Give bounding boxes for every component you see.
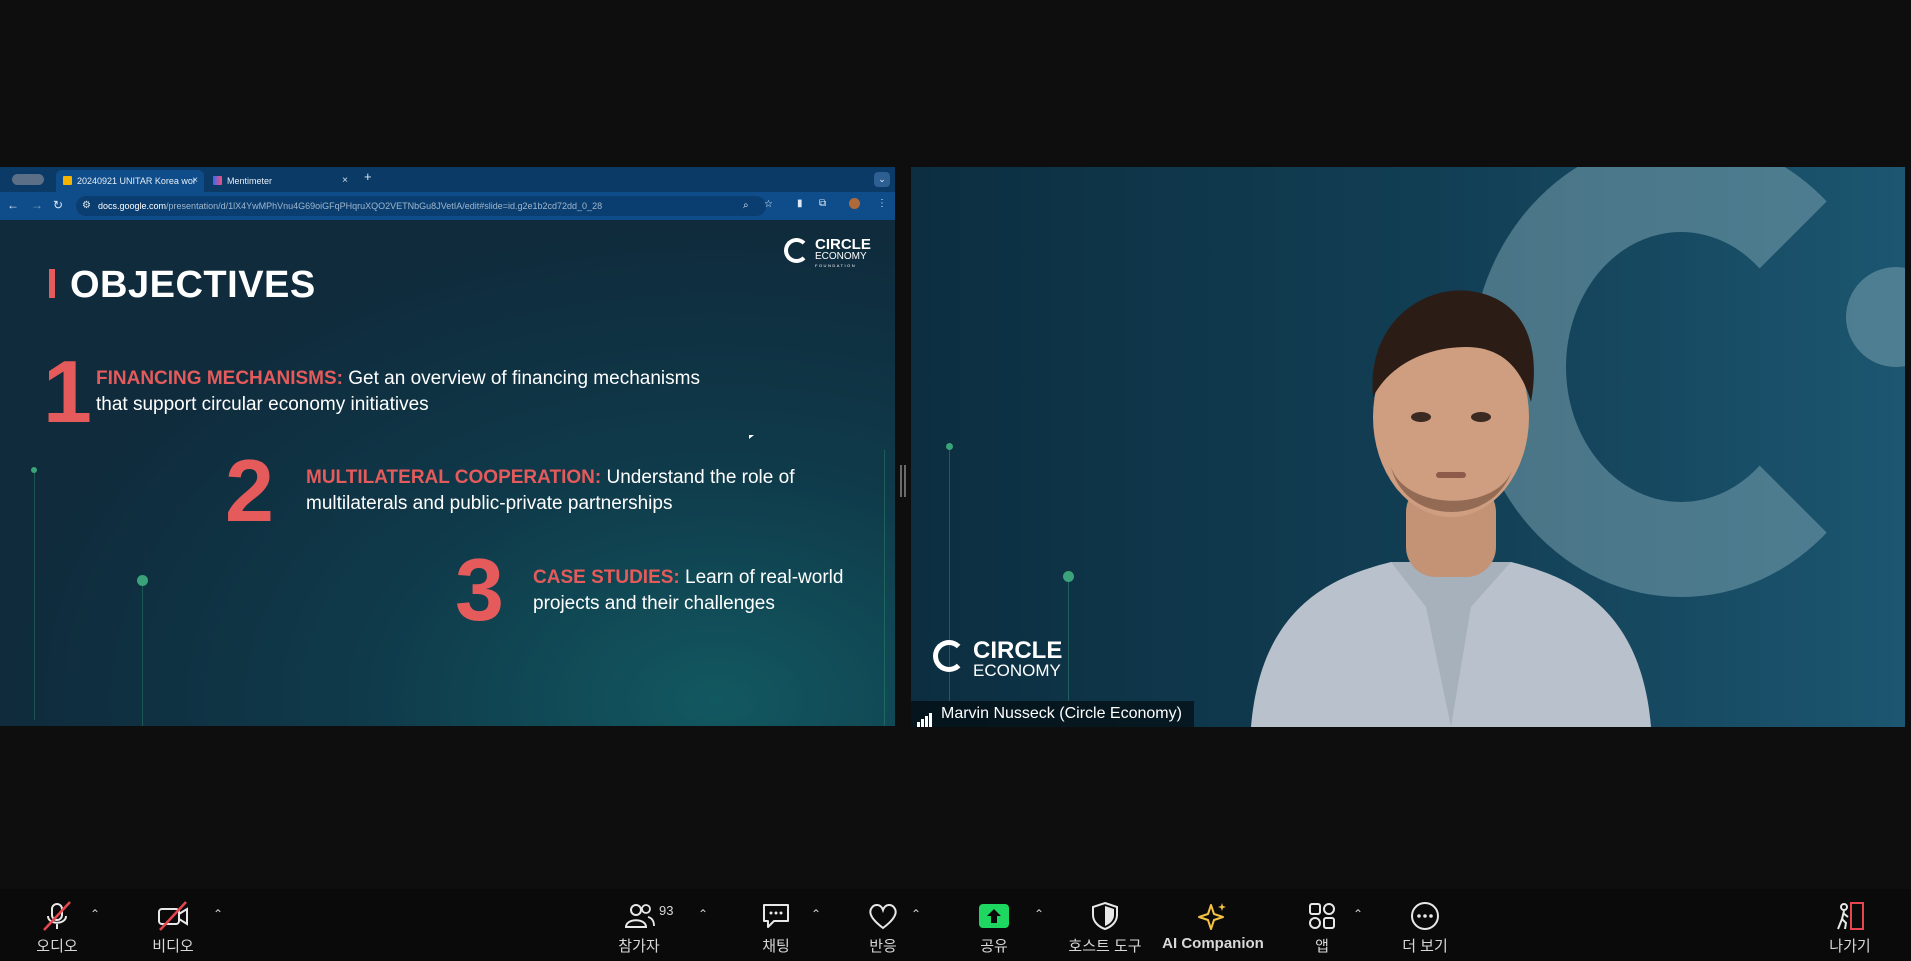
- profile-avatar[interactable]: [849, 198, 860, 209]
- tab-slides[interactable]: 20240921 UNITAR Korea wor ×: [56, 170, 204, 192]
- url-text: docs.google.com/presentation/d/1lX4YwMPh…: [98, 201, 603, 211]
- tab-group-toggle[interactable]: [12, 174, 44, 185]
- back-icon[interactable]: ←: [7, 198, 19, 212]
- more-button[interactable]: 더 보기: [1390, 889, 1460, 961]
- decor-dot: [31, 467, 37, 473]
- participants-options-chevron-up-icon[interactable]: ⌃: [698, 907, 708, 921]
- share-button[interactable]: 공유: [959, 889, 1029, 961]
- objective-number: 2: [225, 441, 274, 540]
- tab-label: Mentimeter: [227, 176, 273, 186]
- host-tools-button[interactable]: 호스트 도구: [1060, 889, 1150, 961]
- share-screen-icon: [979, 904, 1009, 928]
- leave-door-icon: [1837, 902, 1864, 930]
- reactions-options-chevron-up-icon[interactable]: ⌃: [911, 907, 921, 921]
- participants-icon: [624, 904, 655, 928]
- reload-icon[interactable]: ↻: [53, 198, 63, 212]
- objective-item: MULTILATERAL COOPERATION: Understand the…: [306, 467, 795, 514]
- video-options-chevron-up-icon[interactable]: ⌃: [213, 907, 223, 921]
- connection-signal-icon: [917, 701, 933, 727]
- circle-economy-foundation-logo: CIRCLE ECONOMY FOUNDATION: [784, 236, 874, 272]
- share-options-chevron-up-icon[interactable]: ⌃: [1034, 907, 1044, 921]
- participants-button[interactable]: 참가자: [604, 889, 674, 961]
- decor-dot: [1063, 571, 1074, 582]
- site-info-icon[interactable]: ⚙: [82, 200, 91, 211]
- zoom-icon[interactable]: ⌕: [743, 200, 749, 211]
- decor-dot: [946, 443, 953, 450]
- tab-search-button[interactable]: ⌄: [874, 172, 890, 187]
- tab-label: 20240921 UNITAR Korea wor: [77, 176, 196, 186]
- objective-number: 1: [43, 342, 92, 441]
- close-tab-icon[interactable]: ×: [342, 170, 348, 192]
- sparkle-icon: [1198, 903, 1226, 930]
- chat-bubble-icon: [763, 904, 789, 928]
- close-tab-icon[interactable]: ×: [192, 170, 198, 192]
- participant-video[interactable]: CIRCLE ECONOMY Marvin Nusseck (Circle Ec…: [911, 167, 1905, 727]
- forward-icon[interactable]: →: [31, 198, 43, 212]
- leave-button[interactable]: 나가기: [1815, 889, 1885, 961]
- objective-item: FINANCING MECHANISMS: Get an overview of…: [96, 368, 700, 415]
- slide: OBJECTIVES CIRCLE ECONOMY FOUNDATION 1 F…: [0, 220, 895, 726]
- chat-button[interactable]: 채팅: [741, 889, 811, 961]
- bookmark-star-icon[interactable]: ☆: [764, 199, 773, 210]
- extensions-puzzle-icon[interactable]: ⧉: [819, 198, 826, 209]
- slide-title: OBJECTIVES: [70, 264, 316, 306]
- participants-count-badge: 93: [659, 903, 674, 918]
- objective-item: CASE STUDIES: Learn of real-world project…: [533, 567, 844, 614]
- mouse-cursor: [749, 435, 754, 439]
- google-slides-icon: [63, 176, 72, 185]
- mentimeter-icon: [213, 176, 222, 185]
- apps-icon: [1309, 903, 1335, 929]
- url-field[interactable]: ⚙ docs.google.com/presentation/d/1lX4YwM…: [76, 196, 773, 216]
- microphone-muted-icon: [43, 901, 71, 931]
- tab-mentimeter[interactable]: Mentimeter ×: [206, 170, 354, 192]
- more-ellipsis-icon: [1411, 902, 1439, 930]
- objective-number: 3: [455, 540, 504, 639]
- browser-tab-bar: 20240921 UNITAR Korea wor × Mentimeter ×…: [0, 167, 895, 192]
- video-button[interactable]: 비디오: [138, 889, 208, 961]
- apps-button[interactable]: 앱: [1287, 889, 1357, 961]
- extension-icon[interactable]: ▮: [797, 198, 803, 209]
- logo-c-icon: [933, 640, 965, 672]
- meeting-toolbar: 오디오 ⌃ 비디오 ⌃ 참가자 93 ⌃ 채팅 ⌃ 반응 ⌃ 공유 ⌃ 호스트 …: [0, 889, 1911, 961]
- shield-icon: [1092, 901, 1118, 931]
- shared-screen: 20240921 UNITAR Korea wor × Mentimeter ×…: [0, 167, 895, 726]
- participant-person: [1251, 290, 1651, 727]
- participant-name-label: Marvin Nusseck (Circle Economy): [911, 701, 1194, 727]
- camera-off-icon: [158, 901, 188, 931]
- audio-options-chevron-up-icon[interactable]: ⌃: [90, 907, 100, 921]
- apps-options-chevron-up-icon[interactable]: ⌃: [1353, 907, 1363, 921]
- chat-options-chevron-up-icon[interactable]: ⌃: [811, 907, 821, 921]
- new-tab-button[interactable]: +: [364, 169, 372, 184]
- logo-c-icon: [784, 238, 809, 263]
- address-bar: ← → ↻ ⚙ docs.google.com/presentation/d/1…: [0, 192, 895, 220]
- decor-dot: [137, 575, 148, 586]
- heart-icon: [869, 904, 897, 930]
- reactions-button[interactable]: 반응: [848, 889, 918, 961]
- audio-button[interactable]: 오디오: [22, 889, 92, 961]
- browser-menu-icon[interactable]: ⋮: [877, 198, 887, 209]
- split-view-resize-handle[interactable]: [900, 465, 906, 497]
- ai-companion-button[interactable]: AI Companion: [1158, 889, 1268, 961]
- title-accent-bar: [49, 269, 55, 298]
